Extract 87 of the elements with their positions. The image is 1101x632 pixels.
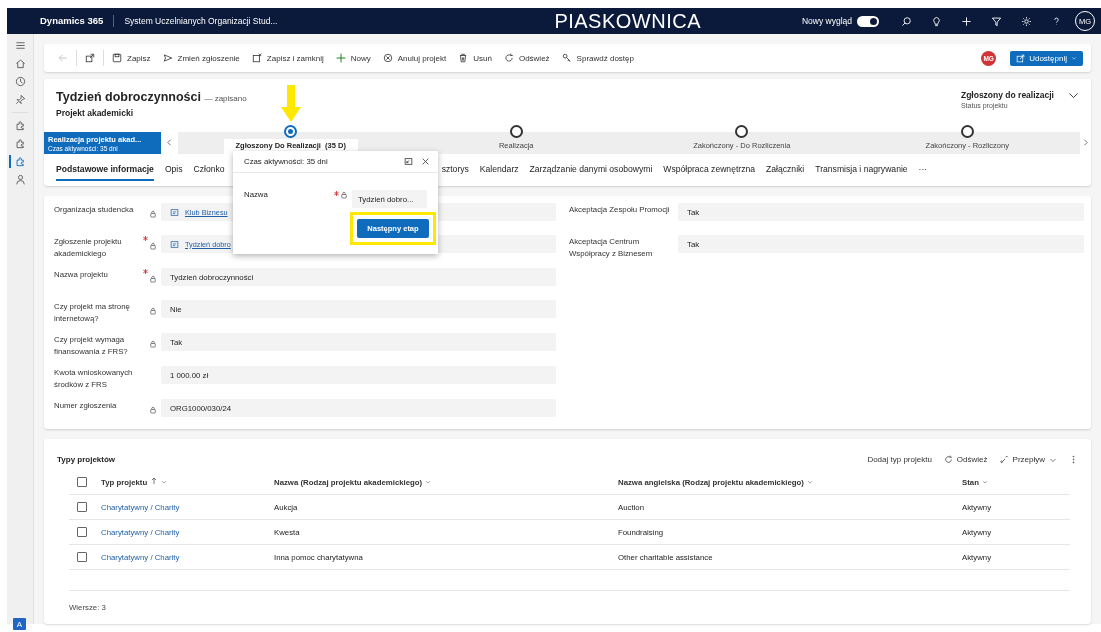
lock-icon xyxy=(149,210,157,219)
refresh-icon xyxy=(943,455,953,465)
form-tab[interactable]: Załączniki xyxy=(766,158,805,182)
lock-icon xyxy=(149,275,157,284)
row-checkbox[interactable] xyxy=(77,527,87,538)
sort-ascending-icon xyxy=(150,477,159,486)
new-look-label: Nowy wygląd xyxy=(801,16,852,26)
key-icon xyxy=(561,53,572,64)
form-tab[interactable]: Kalendarz xyxy=(479,158,519,182)
share-button[interactable]: Udostępnij xyxy=(1010,50,1083,66)
record-icon xyxy=(170,207,179,217)
subgrid-action-button[interactable]: Odśwież xyxy=(943,455,988,465)
subgrid-title: Typy projektów xyxy=(57,455,116,465)
cancel-icon xyxy=(382,53,393,64)
form-tab[interactable]: Zarządzanie danymi osobowymi xyxy=(529,158,653,182)
command-button[interactable]: Odśwież xyxy=(497,47,556,70)
puzzle-icon xyxy=(14,156,26,167)
form-tab[interactable]: Współpraca zewnętrzna xyxy=(663,158,756,182)
area-switcher-badge[interactable]: A xyxy=(13,618,26,630)
filter-icon xyxy=(990,15,1002,27)
command-button[interactable]: Zapisz xyxy=(106,47,157,70)
lock-icon xyxy=(149,406,157,415)
home-icon xyxy=(14,58,26,69)
chevron-down-icon xyxy=(981,479,988,486)
search-icon xyxy=(900,15,912,27)
environment-label: PIASKOWNICA xyxy=(553,9,702,33)
more-icon xyxy=(1069,455,1078,465)
app-name[interactable]: Dynamics 365 xyxy=(7,15,115,27)
entity-name: Projekt akademicki xyxy=(56,108,134,119)
row-checkbox[interactable] xyxy=(77,552,87,563)
row-checkbox[interactable] xyxy=(77,502,87,513)
subgrid-action-button[interactable]: Dodaj typ projektu xyxy=(867,455,932,465)
flow-icon xyxy=(999,455,1009,465)
command-button[interactable]: Nowy xyxy=(329,47,377,70)
form-tab[interactable]: Opis xyxy=(164,158,183,182)
close-icon xyxy=(421,157,430,166)
person-icon xyxy=(14,174,26,185)
share-icon xyxy=(1016,53,1026,63)
stage-circle-icon[interactable] xyxy=(960,124,974,138)
puzzle-icon xyxy=(14,138,26,149)
command-button[interactable]: Usuń xyxy=(452,47,498,70)
form-tab[interactable]: Członko xyxy=(193,158,225,182)
dock-icon xyxy=(404,157,413,166)
stage-circle-icon[interactable] xyxy=(509,124,523,138)
refresh-icon xyxy=(503,53,514,64)
chevron-down-icon xyxy=(806,479,813,486)
form-tab[interactable]: Podstawowe informacje xyxy=(56,158,154,182)
stage-circle-icon[interactable] xyxy=(284,124,298,138)
annotation-arrow xyxy=(281,85,301,122)
chevron-right-icon xyxy=(1081,138,1090,148)
plus-icon xyxy=(335,53,346,64)
lock-icon xyxy=(149,340,157,349)
form-tab[interactable]: Transmisja i nagrywanie xyxy=(815,158,908,182)
chevron-down-icon xyxy=(425,479,432,486)
chevron-down-icon xyxy=(161,479,168,486)
pin-icon xyxy=(14,94,26,105)
send-icon xyxy=(162,53,173,64)
status-value: Zgłoszony do realizacji xyxy=(960,90,1054,101)
form-tab[interactable]: ··· xyxy=(918,158,928,182)
lock-icon xyxy=(149,307,157,316)
settings-icon xyxy=(1020,15,1032,27)
stage-circle-icon[interactable] xyxy=(735,124,749,138)
command-button[interactable]: Sprawdź dostęp xyxy=(555,47,640,70)
lightbulb-icon xyxy=(930,15,942,27)
save-close-icon xyxy=(251,53,262,64)
command-button[interactable]: Anuluj projekt xyxy=(376,47,453,70)
record-icon xyxy=(170,239,179,249)
menu-icon xyxy=(14,40,26,51)
trash-icon xyxy=(458,53,469,64)
clock-icon xyxy=(14,76,26,87)
command-button[interactable]: Zmień zgłoszenie xyxy=(156,47,246,70)
new-look-toggle[interactable] xyxy=(857,15,879,27)
chevron-left-icon xyxy=(165,138,174,148)
back-arrow-icon xyxy=(58,53,68,64)
app-area-title: System Uczelnianych Organizacji Stud... xyxy=(124,16,279,26)
record-title: Tydzień dobroczynności — zapisano xyxy=(56,90,247,105)
save-icon xyxy=(112,53,122,64)
lock-icon xyxy=(149,242,157,251)
puzzle-icon xyxy=(14,120,26,131)
lock-icon xyxy=(340,191,348,199)
plus-icon xyxy=(960,15,972,27)
chevron-down-icon xyxy=(1071,55,1077,62)
popout-icon xyxy=(85,53,95,64)
form-tab[interactable]: sztorys xyxy=(441,158,469,182)
command-button[interactable]: Zapisz i zamknij xyxy=(245,47,330,70)
subgrid-action-button[interactable]: Przepływ xyxy=(999,455,1057,465)
select-all-checkbox[interactable] xyxy=(77,477,87,488)
